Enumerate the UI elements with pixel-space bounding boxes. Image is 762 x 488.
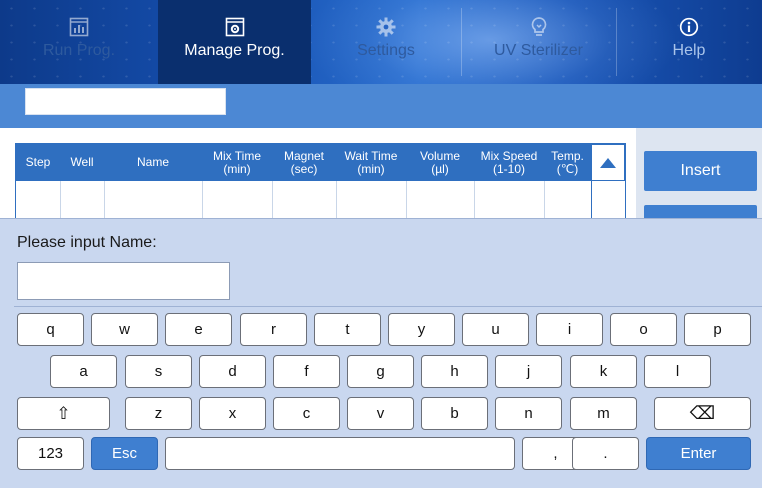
- keyboard-prompt: Please input Name:: [17, 234, 157, 251]
- column-header-mix-time: Mix Time (min): [213, 148, 261, 176]
- key-e[interactable]: e: [165, 313, 232, 346]
- key-k[interactable]: k: [570, 355, 637, 388]
- backspace-key[interactable]: ⌫: [654, 397, 751, 430]
- shift-key[interactable]: ⇧: [17, 397, 110, 430]
- gear-icon: [375, 16, 397, 38]
- column-header-wait-time: Wait Time (min): [344, 148, 398, 176]
- column-header-name: Name: [136, 155, 169, 169]
- key-g[interactable]: g: [347, 355, 414, 388]
- tab-settings[interactable]: Settings: [311, 0, 461, 84]
- column-header-well: Well: [70, 155, 94, 169]
- settings-window-icon: [224, 16, 246, 38]
- space-key[interactable]: [165, 437, 515, 470]
- column-header-mix-speed: Mix Speed (1-10): [480, 148, 538, 176]
- scroll-up-button[interactable]: [591, 144, 625, 181]
- key-s[interactable]: s: [125, 355, 192, 388]
- enter-key[interactable]: Enter: [646, 437, 751, 470]
- tab-uv-sterilizer[interactable]: UV Sterilizer: [461, 0, 616, 84]
- key-w[interactable]: w: [91, 313, 158, 346]
- key-x[interactable]: x: [199, 397, 266, 430]
- key-q[interactable]: q: [17, 313, 84, 346]
- tab-help-label: Help: [672, 42, 706, 59]
- key-p[interactable]: p: [684, 313, 751, 346]
- key-v[interactable]: v: [347, 397, 414, 430]
- tab-manage-prog[interactable]: Manage Prog.: [158, 0, 311, 84]
- shift-icon: ⇧: [56, 403, 71, 424]
- key-j[interactable]: j: [495, 355, 562, 388]
- keyboard-divider: [14, 306, 762, 307]
- tab-run-prog-label: Run Prog.: [42, 42, 116, 59]
- backspace-icon: ⌫: [689, 403, 716, 424]
- key-z[interactable]: z: [125, 397, 192, 430]
- key-i[interactable]: i: [536, 313, 603, 346]
- key-h[interactable]: h: [421, 355, 488, 388]
- numbers-key[interactable]: 123: [17, 437, 84, 470]
- triangle-up-icon: [600, 157, 616, 168]
- column-header-volume: Volume (µl): [419, 148, 461, 176]
- insert-button[interactable]: Insert: [644, 151, 757, 191]
- key-n[interactable]: n: [495, 397, 562, 430]
- bulb-icon: [528, 16, 550, 38]
- period-key[interactable]: .: [572, 437, 639, 470]
- table-header: Step Well Name Mix Time (min) Magnet (sec)…: [16, 144, 625, 181]
- key-o[interactable]: o: [610, 313, 677, 346]
- tab-manage-prog-label: Manage Prog.: [184, 42, 285, 59]
- column-header-temp: Temp. (℃): [551, 148, 584, 176]
- key-f[interactable]: f: [273, 355, 340, 388]
- column-header-magnet: Magnet (sec): [283, 148, 325, 176]
- tab-uv-sterilizer-label: UV Sterilizer: [494, 42, 583, 59]
- key-t[interactable]: t: [314, 313, 381, 346]
- tab-run-prog[interactable]: Run Prog.: [0, 0, 158, 84]
- key-r[interactable]: r: [240, 313, 307, 346]
- name-input[interactable]: [17, 262, 230, 300]
- on-screen-keyboard: Please input Name: q w e r t y u i o p a…: [0, 218, 762, 488]
- program-name-field[interactable]: [25, 88, 226, 115]
- key-b[interactable]: b: [421, 397, 488, 430]
- key-d[interactable]: d: [199, 355, 266, 388]
- info-icon: [678, 16, 700, 38]
- key-l[interactable]: l: [644, 355, 711, 388]
- table-row[interactable]: [16, 181, 591, 219]
- key-m[interactable]: m: [570, 397, 637, 430]
- column-header-step: Step: [25, 155, 51, 169]
- esc-key[interactable]: Esc: [91, 437, 158, 470]
- key-u[interactable]: u: [462, 313, 529, 346]
- top-navigation-bar: Run Prog. Manage Prog. Settings UV Steri…: [0, 0, 762, 84]
- bar-chart-icon: [68, 16, 90, 38]
- key-y[interactable]: y: [388, 313, 455, 346]
- tab-settings-label: Settings: [357, 42, 415, 59]
- key-a[interactable]: a: [50, 355, 117, 388]
- tab-help[interactable]: Help: [616, 0, 762, 84]
- key-c[interactable]: c: [273, 397, 340, 430]
